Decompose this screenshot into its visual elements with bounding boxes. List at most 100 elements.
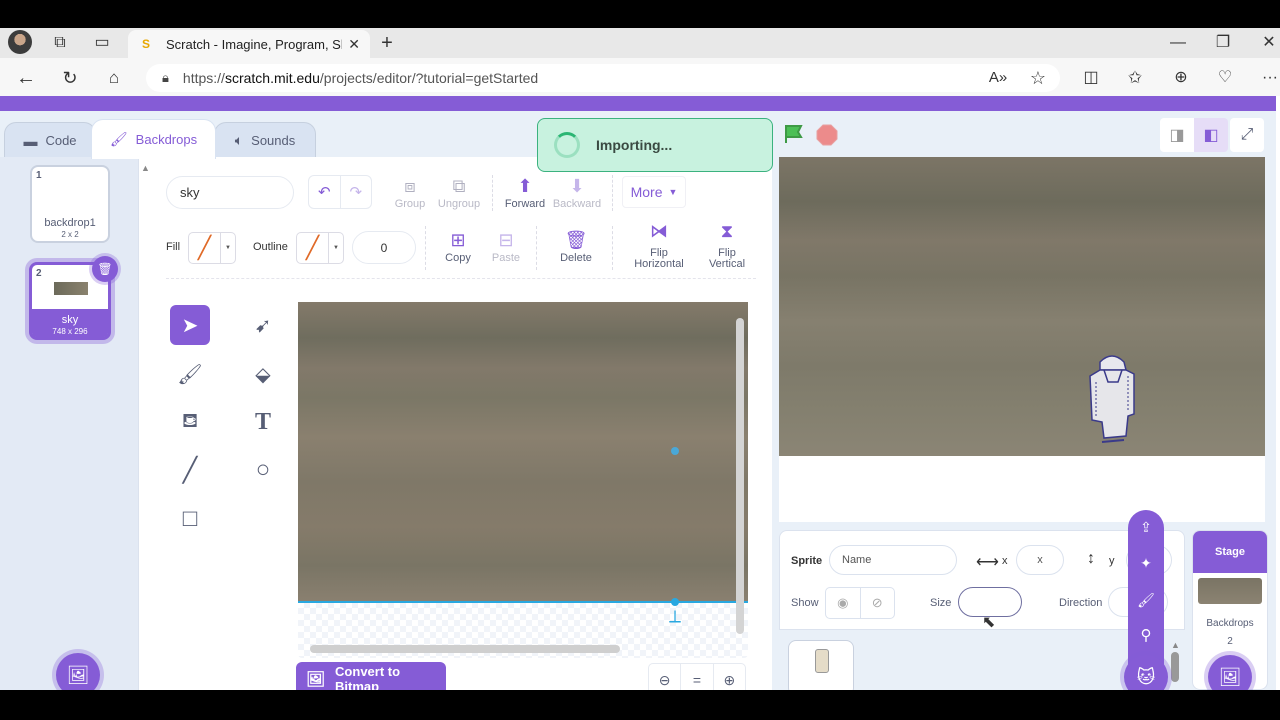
more-menu-icon[interactable]: ··· — [1256, 64, 1280, 92]
flip-vertical-button[interactable]: ⧗ Flip Vertical — [704, 221, 750, 270]
search-icon: ⚲ — [1140, 627, 1152, 644]
tab-close-icon[interactable]: ✕ — [348, 36, 360, 53]
outline-label: Outline — [253, 241, 288, 253]
show-label: Show — [791, 597, 819, 609]
brush-icon: 🖌︎ — [109, 131, 128, 147]
upload-sprite-button[interactable]: ⇪ — [1128, 514, 1164, 540]
group-button[interactable]: ⧈ Group — [392, 176, 428, 210]
brush-tool[interactable]: 🖌︎ — [170, 354, 210, 394]
favorites-icon[interactable]: ✩ — [1121, 64, 1149, 92]
backdrop-list-scrollbar[interactable]: ▲ — [138, 157, 154, 690]
more-dropdown[interactable]: More ▼ — [622, 176, 686, 208]
selection-handle[interactable] — [671, 447, 679, 455]
maximize-button[interactable]: ❐ — [1209, 29, 1237, 57]
hide-sprite-button[interactable]: ⊘ — [861, 588, 895, 618]
eraser-tool[interactable]: ⬙ — [243, 354, 283, 394]
ungroup-icon: ⧉ — [452, 176, 466, 196]
sprite-name-input[interactable]: Name — [829, 545, 957, 575]
small-stage-button[interactable]: ◨ — [1160, 118, 1194, 152]
search-sprite-button[interactable]: ⚲ — [1128, 623, 1164, 649]
split-screen-icon[interactable]: ◫ — [1077, 64, 1105, 92]
tab-sounds[interactable]: 🔈︎ Sounds — [214, 122, 316, 158]
copy-button[interactable]: ⊞ Copy — [440, 230, 476, 264]
back-icon[interactable]: ← — [12, 64, 40, 92]
tab-backdrops[interactable]: 🖌︎ Backdrops — [91, 119, 216, 159]
fill-tool[interactable]: ⛾ — [170, 402, 210, 442]
reshape-tool[interactable]: ➹ — [243, 305, 283, 345]
tab-actions-icon[interactable]: ▭ — [88, 29, 116, 57]
divider — [425, 226, 426, 270]
canvas-vertical-scrollbar[interactable] — [736, 318, 744, 634]
selection-bottom-edge — [298, 601, 748, 603]
canvas-horizontal-scrollbar[interactable] — [310, 645, 620, 653]
paint-sprite-button[interactable]: 🖌︎ — [1128, 587, 1164, 613]
undo-button[interactable]: ↶ — [309, 176, 341, 208]
paste-label: Paste — [491, 252, 521, 264]
new-tab-button[interactable]: + — [373, 29, 401, 57]
flip-horizontal-button[interactable]: ⧒ Flip Horizontal — [630, 222, 688, 270]
circle-tool[interactable]: ○ — [243, 450, 283, 490]
browser-essentials-icon[interactable]: ♡ — [1211, 64, 1239, 92]
lock-icon: 🔒︎ — [162, 70, 169, 85]
home-icon[interactable]: ⌂ — [100, 64, 128, 92]
robot-sprite[interactable] — [1086, 352, 1138, 444]
profile-avatar[interactable] — [8, 30, 32, 54]
redo-button[interactable]: ↷ — [341, 176, 372, 208]
close-window-button[interactable]: ✕ — [1255, 29, 1280, 57]
select-tool[interactable]: ➤ — [170, 305, 210, 345]
costume-name-input[interactable]: sky — [166, 176, 294, 209]
green-flag-button[interactable] — [783, 123, 805, 145]
scroll-up-icon[interactable]: ▲ — [141, 163, 150, 173]
tab-backdrops-label: Backdrops — [135, 132, 198, 147]
tab-code[interactable]: ▬ Code — [4, 122, 96, 158]
read-aloud-icon[interactable]: A» — [984, 64, 1012, 92]
address-bar[interactable]: 🔒︎ https://scratch.mit.edu/projects/edit… — [146, 64, 1060, 92]
fill-color-picker[interactable]: ╱ ▼ — [188, 232, 236, 264]
brush-icon: 🖌︎ — [1137, 592, 1155, 608]
line-tool[interactable]: ╱ — [170, 450, 210, 490]
show-sprite-button[interactable]: ◉ — [826, 588, 861, 618]
flip-horizontal-label-2: Horizontal — [634, 258, 684, 270]
x-position-input[interactable]: x — [1016, 545, 1064, 575]
sky-image-selection[interactable] — [298, 302, 748, 602]
ungroup-button[interactable]: ⧉ Ungroup — [436, 176, 482, 210]
rotation-handle-icon[interactable]: ⟂ — [666, 606, 684, 628]
outline-color-picker[interactable]: ╱ ▼ — [296, 232, 344, 264]
normal-stage-button[interactable]: ◧ — [1194, 118, 1228, 152]
minimize-button[interactable]: — — [1164, 29, 1192, 57]
collections-icon[interactable]: ⊕ — [1167, 64, 1195, 92]
delete-button[interactable]: 🗑︎ Delete — [556, 230, 596, 264]
workspaces-icon[interactable]: ⧉ — [46, 29, 74, 57]
refresh-icon[interactable]: ↻ — [56, 64, 84, 92]
browser-tab[interactable]: S Scratch - Imagine, Program, Shar ✕ — [128, 30, 370, 58]
page-scrollbar[interactable] — [1276, 96, 1280, 690]
stop-button[interactable] — [816, 124, 838, 146]
divider — [536, 226, 537, 270]
screen-bottom-border — [0, 690, 1280, 720]
robot-thumbnail-image — [815, 649, 829, 673]
forward-button[interactable]: ⬆ Forward — [503, 176, 547, 210]
rectangle-tool[interactable]: □ — [170, 499, 210, 539]
scratch-menu-bar — [0, 96, 1276, 111]
text-tool[interactable]: T — [243, 402, 283, 442]
copy-icon: ⊞ — [450, 230, 466, 250]
sprite-thumbnail-robot[interactable] — [788, 640, 854, 696]
fullscreen-button[interactable]: ⤢ — [1230, 118, 1264, 152]
sprite-list-scrollbar[interactable]: ▲ — [1171, 640, 1181, 690]
flip-vertical-label-2: Vertical — [708, 258, 746, 270]
surprise-sprite-button[interactable]: ✦ — [1128, 550, 1164, 576]
outline-width-input[interactable]: 0 — [352, 231, 416, 264]
flip-vertical-icon: ⧗ — [720, 221, 734, 241]
tab-title: Scratch - Imagine, Program, Shar — [166, 36, 343, 52]
favorite-star-icon[interactable]: ☆ — [1024, 64, 1052, 92]
scroll-thumb[interactable] — [1171, 652, 1179, 682]
paste-button[interactable]: ⊟ Paste — [488, 230, 524, 264]
stage-canvas[interactable] — [779, 157, 1265, 456]
reshape-icon: ➹ — [254, 314, 272, 337]
selection-handle[interactable] — [671, 598, 679, 606]
backdrop-size: 2 x 2 — [61, 230, 79, 239]
more-label: More — [630, 184, 663, 200]
delete-backdrop-button[interactable]: 🗑︎ — [92, 256, 118, 282]
backward-button[interactable]: ⬇ Backward — [552, 176, 602, 210]
backdrop-item-1[interactable]: 1 backdrop1 2 x 2 — [30, 165, 110, 243]
